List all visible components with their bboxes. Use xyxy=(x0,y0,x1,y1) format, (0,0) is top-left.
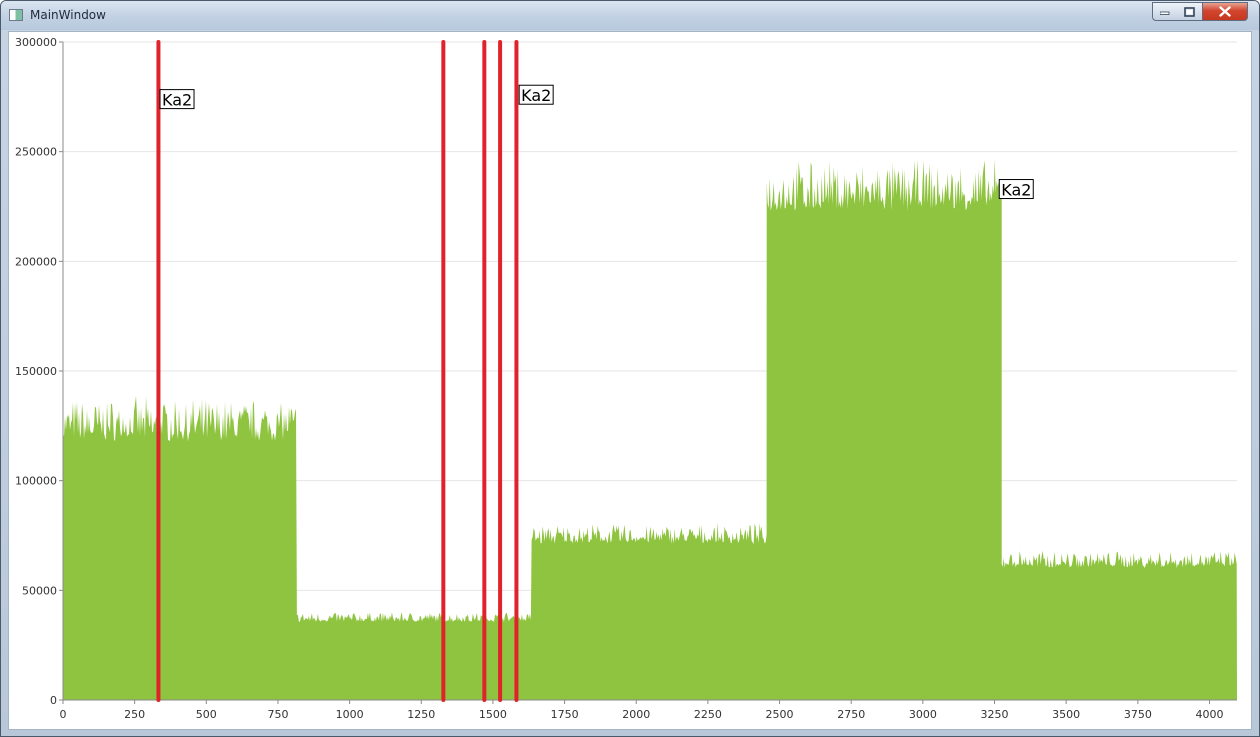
x-tick-label: 3750 xyxy=(1124,708,1152,721)
area-chart: 0 50000 100000 150000 200000 250000 300000 0 250… xyxy=(15,36,1237,721)
x-tick-label: 3000 xyxy=(909,708,937,721)
minimize-icon xyxy=(1160,11,1170,15)
x-tick-label: 4000 xyxy=(1195,708,1223,721)
main-window: MainWindow 0 50000 100000 150000 200000 25000… xyxy=(0,0,1260,737)
y-tick-label: 300000 xyxy=(15,36,57,49)
maximize-button[interactable] xyxy=(1177,2,1203,21)
x-tick-label: 750 xyxy=(267,708,288,721)
chart-area: 0 50000 100000 150000 200000 250000 300000 0 250… xyxy=(8,31,1252,730)
x-tick-label: 1750 xyxy=(551,708,579,721)
y-tick-label: 0 xyxy=(50,694,57,707)
annotation-label: Ka2 xyxy=(521,86,551,105)
y-tick-label: 100000 xyxy=(15,475,57,488)
x-tick-label: 2000 xyxy=(622,708,650,721)
x-tick-label: 500 xyxy=(196,708,217,721)
x-tick-label: 250 xyxy=(124,708,145,721)
minimize-button[interactable] xyxy=(1152,2,1178,21)
x-tick-label: 2750 xyxy=(837,708,865,721)
x-tick-label: 0 xyxy=(60,708,67,721)
annotation-label: Ka2 xyxy=(162,91,192,110)
x-tick-label: 2500 xyxy=(766,708,794,721)
window-app-icon[interactable] xyxy=(9,9,23,21)
y-tick-label: 200000 xyxy=(15,255,57,268)
maximize-icon xyxy=(1184,6,1195,17)
x-tick-label: 1000 xyxy=(336,708,364,721)
x-tick-label: 1500 xyxy=(479,708,507,721)
close-button[interactable] xyxy=(1203,2,1248,21)
x-tick-label: 3500 xyxy=(1052,708,1080,721)
y-tick-label: 250000 xyxy=(15,146,57,159)
area-series-0 xyxy=(63,159,1237,700)
x-tick-label: 3250 xyxy=(981,708,1009,721)
y-tick-label: 150000 xyxy=(15,365,57,378)
x-tick-label: 2250 xyxy=(694,708,722,721)
close-icon xyxy=(1219,6,1231,17)
annotation-label: Ka2 xyxy=(1001,181,1031,200)
title-bar[interactable]: MainWindow xyxy=(1,1,1259,30)
x-tick-label: 1250 xyxy=(407,708,435,721)
window-title: MainWindow xyxy=(30,8,106,22)
y-tick-label: 50000 xyxy=(22,584,57,597)
